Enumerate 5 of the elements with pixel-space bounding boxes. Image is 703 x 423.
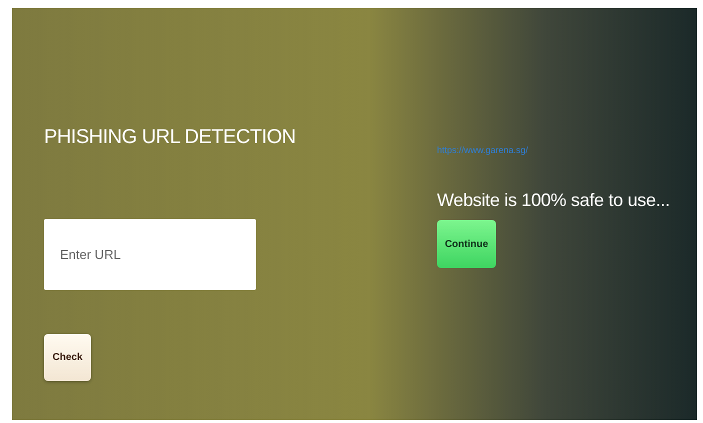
result-message: Website is 100% safe to use... <box>437 190 670 211</box>
url-input-field[interactable]: Enter URL <box>44 219 256 290</box>
page-title: PHISHING URL DETECTION <box>44 126 297 149</box>
continue-button[interactable]: Continue <box>437 220 496 268</box>
check-button[interactable]: Check <box>44 334 91 381</box>
